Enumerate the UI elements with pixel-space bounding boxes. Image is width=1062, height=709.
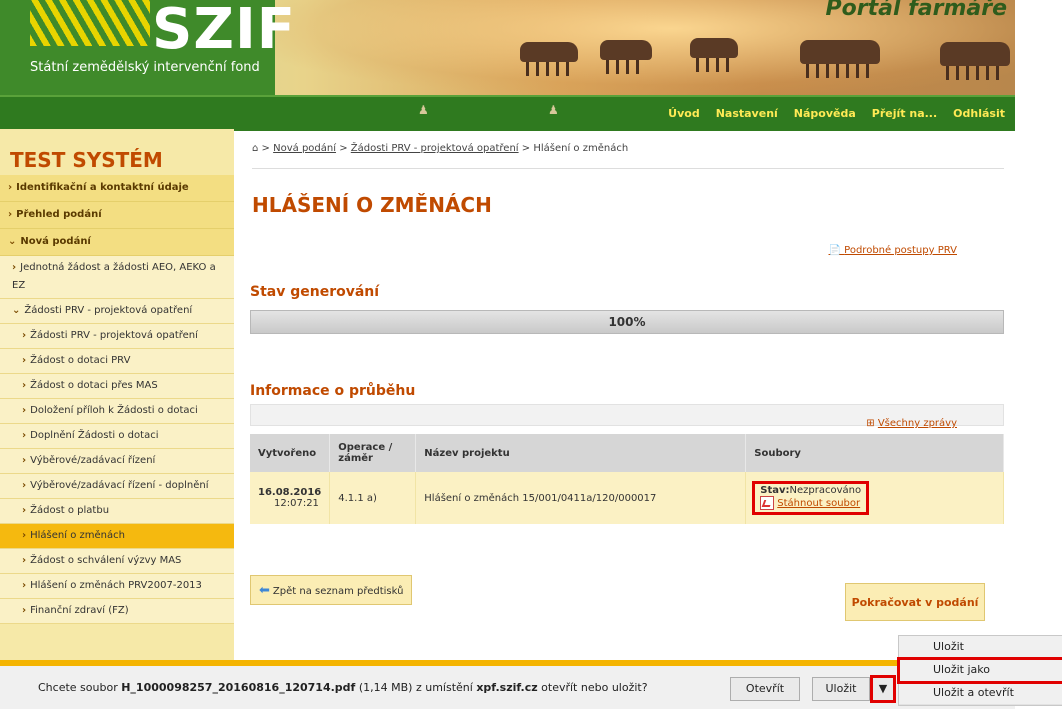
project-cell: Hlášení o změnách 15/001/0411a/120/00001…: [415, 472, 747, 524]
chevron-right-icon: ›: [8, 182, 13, 193]
sidebar-subitem-vyzvy-mas[interactable]: › Žádost o schválení výzvy MAS: [0, 549, 234, 574]
table-header-row: Vytvořeno Operace / záměr Název projektu…: [250, 434, 1004, 472]
progress-bar: 100%: [250, 310, 1004, 334]
menu-item-ulozit[interactable]: Uložit: [899, 636, 1062, 659]
column-header: Operace / záměr: [329, 434, 417, 472]
nav-item-odhlasit[interactable]: Odhlásit: [953, 97, 1005, 131]
nav-item-uvod[interactable]: Úvod: [668, 97, 700, 131]
expand-icon: ⊞: [866, 418, 878, 429]
chevron-right-icon: ›: [22, 455, 27, 466]
chevron-right-icon: ›: [22, 380, 27, 391]
user-icon: ♟: [418, 103, 429, 117]
save-button[interactable]: Uložit: [812, 677, 870, 701]
postupy-link[interactable]: 📄 Podrobné postupy PRV: [829, 245, 957, 256]
operation-cell: 4.1.1 a): [329, 472, 417, 524]
sidebar-subitem-hlaseni[interactable]: › Hlášení o změnách: [0, 524, 234, 549]
sidebar-subitem-dolozeni[interactable]: › Doložení příloh k Žádosti o dotaci: [0, 399, 234, 424]
sidebar-subitem-platba[interactable]: › Žádost o platbu: [0, 499, 234, 524]
sidebar-subitem-vyberove-doplneni[interactable]: › Výběrové/zadávací řízení - doplnění: [0, 474, 234, 499]
divider: [252, 168, 1004, 169]
sidebar-subitem-dotace-prv[interactable]: › Žádost o dotaci PRV: [0, 349, 234, 374]
logo-subtitle: Státní zemědělský intervenční fond: [30, 60, 260, 75]
sidebar-item-identifikacni[interactable]: › Identifikační a kontaktní údaje: [0, 175, 234, 202]
sidebar-title: TEST SYSTÉM: [10, 148, 163, 172]
menu-item-ulozit-a-otevrit[interactable]: Uložit a otevřít: [899, 682, 1062, 705]
files-cell: Stav:Nezpracováno Stáhnout soubor: [745, 472, 1004, 524]
chevron-right-icon: ›: [22, 605, 27, 616]
menu-item-ulozit-jako[interactable]: Uložit jako: [897, 657, 1062, 684]
chevron-right-icon: ›: [22, 355, 27, 366]
arrow-left-icon: ⬅: [259, 583, 270, 598]
portal-title: Portál farmáře: [825, 0, 1007, 21]
cow-image: [690, 38, 738, 72]
info-heading: Informace o průběhu: [250, 383, 416, 399]
nav-item-nastaveni[interactable]: Nastavení: [716, 97, 778, 131]
nav-item-prejit[interactable]: Přejít na...: [872, 97, 937, 131]
sidebar-subitem-doplneni[interactable]: › Doplnění Žádosti o dotaci: [0, 424, 234, 449]
chevron-right-icon: ›: [22, 330, 27, 341]
download-message: Chcete soubor H_1000098257_20160816_1207…: [38, 681, 648, 694]
sidebar-item-prehled[interactable]: › Přehled podání: [0, 202, 234, 229]
chevron-right-icon: ›: [22, 405, 27, 416]
download-notification-bar: Chcete soubor H_1000098257_20160816_1207…: [0, 660, 1015, 709]
progress-label: 100%: [608, 315, 646, 329]
chevron-down-icon: ⌄: [8, 236, 17, 247]
chevron-right-icon: ›: [22, 480, 27, 491]
sidebar-subitem-prv[interactable]: ⌄ Žádosti PRV - projektová opatření: [0, 299, 234, 324]
chevron-right-icon: ›: [22, 555, 27, 566]
chevron-right-icon: ›: [22, 430, 27, 441]
logo-text: SZIF: [152, 0, 297, 62]
sidebar-subitem-dotace-mas[interactable]: › Žádost o dotaci přes MAS: [0, 374, 234, 399]
sidebar: TEST SYSTÉM › Identifikační a kontaktní ú…: [0, 129, 234, 660]
chevron-down-icon: ▼: [878, 682, 888, 695]
chevron-right-icon: ›: [22, 580, 27, 591]
cow-image: [800, 40, 880, 78]
nav-item-napoveda[interactable]: Nápověda: [794, 97, 856, 131]
chevron-right-icon: ›: [22, 505, 27, 516]
sidebar-subitem-financni[interactable]: › Finanční zdraví (FZ): [0, 599, 234, 624]
cow-image: [520, 42, 578, 76]
breadcrumb: ⌂ > Nová podání > Žádosti PRV - projekto…: [252, 143, 629, 154]
chevron-down-icon: ⌄: [12, 305, 21, 316]
sidebar-subitem-vyberove[interactable]: › Výběrové/zadávací řízení: [0, 449, 234, 474]
header-banner: SZIF Státní zemědělský intervenční fond …: [0, 0, 1015, 95]
chevron-right-icon: ›: [12, 262, 17, 273]
pdf-icon: [760, 496, 775, 510]
cow-image: [600, 40, 652, 74]
breadcrumb-link-nova-podani[interactable]: Nová podání: [273, 143, 336, 154]
submissions-table: Vytvořeno Operace / záměr Název projektu…: [250, 434, 1004, 524]
download-file-link[interactable]: Stáhnout soubor: [760, 496, 861, 510]
column-header: Vytvořeno: [250, 434, 331, 472]
sidebar-subitem-prv-projektova[interactable]: › Žádosti PRV - projektová opatření: [0, 324, 234, 349]
all-messages-toggle[interactable]: ⊞ Všechny zprávy: [866, 418, 957, 429]
created-cell: 16.08.2016 12:07:21: [250, 472, 331, 524]
save-dropdown-button[interactable]: ▼: [870, 675, 896, 703]
back-button[interactable]: ⬅ Zpět na seznam předtisků: [250, 575, 413, 605]
szif-logo[interactable]: SZIF Státní zemědělský intervenční fond: [0, 0, 295, 95]
chevron-right-icon: ›: [8, 209, 13, 220]
column-header: Název projektu: [415, 434, 747, 472]
user-icon: ♟: [548, 103, 559, 117]
cow-image: [940, 42, 1010, 80]
save-dropdown-menu: Uložit Uložit jako Uložit a otevřít: [897, 635, 1062, 706]
breadcrumb-link-prv[interactable]: Žádosti PRV - projektová opatření: [351, 143, 519, 154]
logo-stripes-icon: [30, 0, 150, 46]
home-icon[interactable]: ⌂: [252, 143, 258, 154]
continue-button[interactable]: Pokračovat v podání: [845, 583, 985, 621]
sidebar-item-nova-podani[interactable]: ⌄ Nová podání: [0, 229, 234, 256]
column-header: Soubory: [745, 434, 1004, 472]
highlight-box: Stav:Nezpracováno Stáhnout soubor: [752, 481, 870, 515]
portal-page: SZIF Státní zemědělský intervenční fond …: [0, 0, 1015, 709]
table-row: 16.08.2016 12:07:21 4.1.1 a) Hlášení o zm…: [250, 472, 1004, 524]
sidebar-subitem-jednotna[interactable]: › Jednotná žádost a žádosti AEO, AEKO a E…: [0, 256, 234, 299]
breadcrumb-current: Hlášení o změnách: [533, 143, 629, 154]
sidebar-subitem-hlaseni-2007[interactable]: › Hlášení o změnách PRV2007-2013: [0, 574, 234, 599]
window-background: [1015, 0, 1062, 709]
nav-menu: Úvod Nastavení Nápověda Přejít na... Odh…: [668, 97, 1005, 131]
open-button[interactable]: Otevřít: [730, 677, 800, 701]
stav-heading: Stav generování: [250, 284, 380, 300]
document-icon: 📄: [828, 245, 845, 256]
chevron-right-icon: ›: [22, 530, 27, 541]
page-title: HLÁŠENÍ O ZMĚNÁCH: [252, 193, 492, 217]
